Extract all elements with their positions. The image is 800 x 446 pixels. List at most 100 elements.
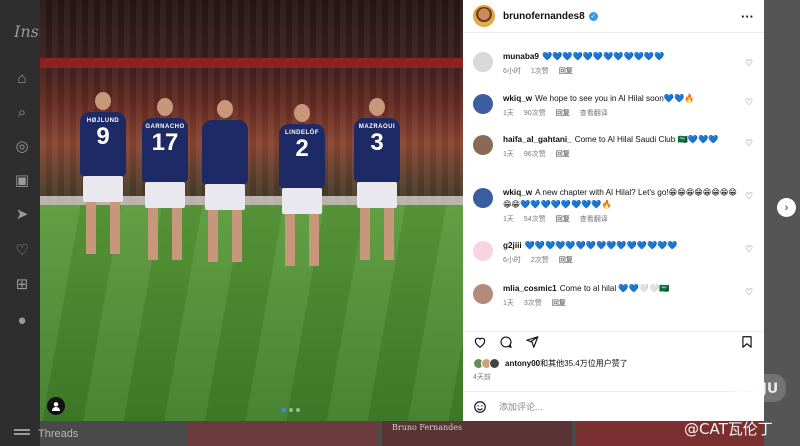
post-username[interactable]: brunofernandes8 <box>503 11 585 22</box>
comment-text: 💙💙💙💙💙💙💙💙💙💙💙💙💙💙💙 <box>524 241 678 250</box>
comment-user[interactable]: wkiq_w <box>503 94 532 103</box>
notifications-icon[interactable]: ♡ <box>13 242 31 260</box>
comment-likes[interactable]: 3次赞 <box>524 298 542 310</box>
player <box>200 100 250 262</box>
comment-user[interactable]: g2jiii <box>503 241 522 250</box>
comment-input[interactable] <box>499 401 729 412</box>
watermark-logo: 简单JU <box>726 374 786 402</box>
tagged-users-button[interactable] <box>47 397 65 415</box>
threads-label: Threads <box>38 428 79 440</box>
grid-thumbnail[interactable] <box>188 421 378 446</box>
post-timestamp: 4天前 <box>473 374 491 381</box>
comment-user[interactable]: mlia_cosmic1 <box>503 284 557 293</box>
commenter-avatar[interactable] <box>473 241 493 261</box>
bookmark-icon[interactable] <box>740 335 754 349</box>
comment-text: A new chapter with Al Hilal? Let's go!😁😁… <box>503 188 737 209</box>
reply-button[interactable]: 回复 <box>559 66 573 78</box>
comment-user[interactable]: wkiq_w <box>503 188 532 197</box>
grid-thumbnail[interactable]: Bruno Fernandes <box>382 421 572 446</box>
search-icon[interactable]: ⌕ <box>13 104 31 122</box>
player: MAZRAOUI 3 <box>352 98 402 260</box>
reels-icon[interactable]: ▣ <box>13 172 31 190</box>
heart-icon[interactable]: ♡ <box>745 244 755 254</box>
carousel-dots <box>282 408 300 412</box>
commenter-avatar[interactable] <box>473 188 493 208</box>
comment-likes[interactable]: 96次赞 <box>524 149 546 161</box>
reply-button[interactable]: 回复 <box>556 108 570 120</box>
heart-icon[interactable]: ♡ <box>745 138 755 148</box>
watermark-text: @CAT瓦伦丁 <box>684 420 773 438</box>
app-sidebar: Inst ⌂ ⌕ ◎ ▣ ➤ ♡ ⊞ ● <box>0 0 40 446</box>
player-number: 2 <box>295 135 309 162</box>
player-name <box>202 120 248 126</box>
comment-icon[interactable] <box>499 335 513 349</box>
translate-link[interactable]: 查看翻译 <box>580 108 608 120</box>
commenter-avatar[interactable] <box>473 284 493 304</box>
comment-time: 1天 <box>503 300 514 307</box>
heart-icon[interactable]: ♡ <box>745 97 755 107</box>
comment-time: 1天 <box>503 216 514 223</box>
liker-username[interactable]: antony00 <box>505 359 540 368</box>
likes-summary[interactable]: antony00和其他35.4万位用户赞了 <box>473 358 628 369</box>
comment-text: 💙💙💙💙💙💙💙💙💙💙💙💙 <box>541 52 665 61</box>
comment-time: 1天 <box>503 151 514 158</box>
next-post-button[interactable]: › <box>777 198 796 217</box>
post-media[interactable]: HØJLUND 9 GARNACHO 17 LINDELÖF 2 MAZRAOUI 3 … <box>40 0 463 421</box>
emoji-icon[interactable] <box>473 400 487 414</box>
instagram-logo: Inst <box>14 22 40 41</box>
translate-link[interactable]: 查看翻译 <box>580 214 608 226</box>
reply-button[interactable]: 回复 <box>556 214 570 226</box>
chevron-right-icon: › <box>784 201 789 214</box>
comment-time: 6小时 <box>503 257 521 264</box>
comment-likes[interactable]: 1次赞 <box>531 66 549 78</box>
threads-link[interactable]: Threads <box>14 428 78 440</box>
comment-item: mlia_cosmic1 Come to al hilal 💙💙🤍🤍🇸🇦 1天 3次… <box>463 283 753 310</box>
comment-time: 1天 <box>503 110 514 117</box>
comment-item: wkiq_w We hope to see you in Al Hilal soo… <box>463 93 753 120</box>
comment-user[interactable]: haifa_al_gahtani_ <box>503 135 572 144</box>
home-icon[interactable]: ⌂ <box>13 70 31 88</box>
player: GARNACHO 17 <box>140 98 190 260</box>
menu-icon <box>14 433 30 435</box>
thumbnail-caption: Bruno Fernandes <box>392 423 463 432</box>
more-icon[interactable]: ··· <box>741 9 754 24</box>
comment-user[interactable]: munaba9 <box>503 52 539 61</box>
profile-icon[interactable]: ● <box>13 312 31 330</box>
avatar <box>489 358 500 369</box>
player-number: 3 <box>370 129 384 156</box>
heart-icon[interactable]: ♡ <box>745 58 755 68</box>
avatar[interactable] <box>473 5 495 27</box>
explore-icon[interactable]: ◎ <box>13 138 31 156</box>
create-icon[interactable]: ⊞ <box>13 276 31 294</box>
comment-text: Come to Al Hilal Saudi Club 🇸🇦💙💙💙 <box>574 135 719 144</box>
liker-avatars <box>473 358 500 369</box>
send-icon[interactable] <box>525 335 539 349</box>
comment-likes[interactable]: 2次赞 <box>531 255 549 267</box>
carousel-dot <box>296 408 300 412</box>
post-detail-panel: brunofernandes8 ✓ ··· munaba9 💙💙💙💙💙💙💙💙💙💙💙… <box>463 0 764 421</box>
reply-button[interactable]: 回复 <box>552 298 566 310</box>
heart-icon[interactable]: ♡ <box>745 191 755 201</box>
messages-icon[interactable]: ➤ <box>13 206 31 224</box>
player: LINDELÖF 2 <box>277 104 327 266</box>
comment-time: 6小时 <box>503 68 521 75</box>
ad-board <box>40 58 463 68</box>
comment-item: haifa_al_gahtani_ Come to Al Hilal Saudi … <box>463 134 753 161</box>
post-header: brunofernandes8 ✓ ··· <box>463 0 764 33</box>
reply-button[interactable]: 回复 <box>559 255 573 267</box>
comment-text: Come to al hilal 💙💙🤍🤍🇸🇦 <box>559 284 670 293</box>
player: HØJLUND 9 <box>78 92 128 254</box>
carousel-dot <box>289 408 293 412</box>
comment-text: We hope to see you in Al Hilal soon💙💙🔥 <box>535 94 695 103</box>
comments-list: munaba9 💙💙💙💙💙💙💙💙💙💙💙💙 6小时 1次赞 回复 ♡ wkiq_w We … <box>463 45 764 320</box>
verified-badge-icon: ✓ <box>588 11 598 21</box>
comment-likes[interactable]: 90次赞 <box>524 108 546 120</box>
commenter-avatar[interactable] <box>473 52 493 72</box>
comment-likes[interactable]: 54次赞 <box>524 214 546 226</box>
heart-icon[interactable]: ♡ <box>745 287 755 297</box>
heart-icon[interactable] <box>473 335 487 349</box>
commenter-avatar[interactable] <box>473 135 493 155</box>
player-number: 9 <box>96 123 110 150</box>
commenter-avatar[interactable] <box>473 94 493 114</box>
reply-button[interactable]: 回复 <box>556 149 570 161</box>
